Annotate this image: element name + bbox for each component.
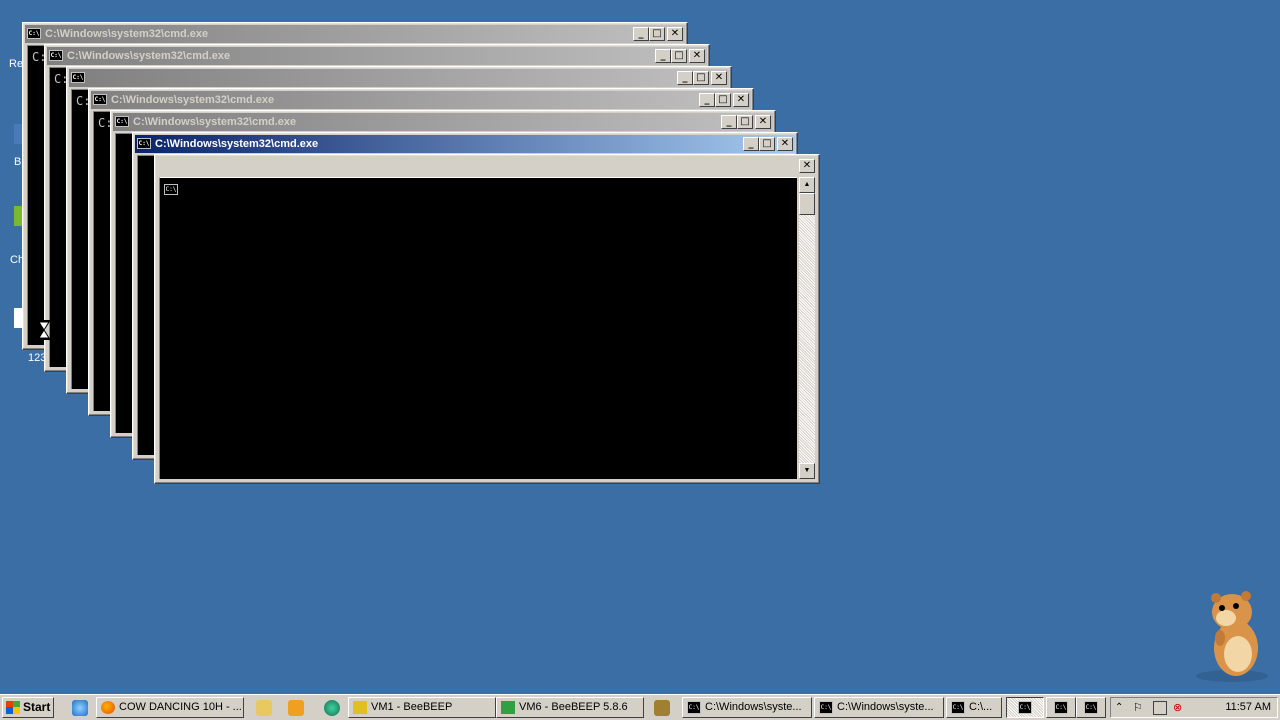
task-button-cmd-active[interactable]: C:\ [1006, 697, 1044, 718]
title-bar[interactable]: C:\ C:\Windows\system32\cmd.exe _ □ ✕ [25, 25, 685, 43]
cmd-icon: C:\ [27, 28, 41, 39]
vm-icon [501, 701, 515, 714]
desktop-label-b: B [14, 156, 22, 168]
cmd-icon: C:\ [164, 184, 178, 195]
window-title: C:\Windows\system32\cmd.exe [155, 138, 319, 150]
close-button[interactable]: ✕ [689, 49, 705, 63]
network-icon[interactable] [1153, 701, 1167, 715]
minimize-button[interactable]: _ [743, 137, 759, 151]
minimize-button[interactable]: _ [655, 49, 671, 63]
task-label: VM6 - BeeBEEP 5.8.6 [519, 701, 628, 713]
clock[interactable]: 11:57 AM [1225, 698, 1271, 717]
task-button-cow-dancing[interactable]: COW DANCING 10H - ... [96, 697, 244, 718]
cmd-icon: C:\ [951, 701, 965, 714]
folder-icon[interactable] [256, 700, 272, 716]
window-title: C:\Windows\system32\cmd.exe [45, 28, 209, 40]
close-button[interactable]: ✕ [799, 159, 815, 173]
close-button[interactable]: ✕ [733, 93, 749, 107]
system-tray: ⌃ ⚐ ⊗ 11:57 AM [1110, 697, 1278, 718]
cmd-icon: C:\ [137, 138, 151, 149]
title-bar[interactable]: C:\ C:\Windows\system32\cmd.exe _ □ ✕ [91, 91, 751, 109]
windows-logo-icon [6, 701, 20, 714]
cmd-icon: C:\ [93, 94, 107, 105]
window-title: C:\Windows\system32\cmd.exe [111, 94, 275, 106]
task-button-cmd-3[interactable]: C:\ C:\... [946, 697, 1002, 718]
maximize-button[interactable]: □ [649, 27, 665, 41]
start-label: Start [23, 700, 51, 714]
task-button-vm1-beebeep[interactable]: VM1 - BeeBEEP [348, 697, 496, 718]
title-bar[interactable]: C:\ C:\Windows\system32\cmd.exe _ □ ✕ [47, 47, 707, 65]
cmd-icon: C:\ [115, 116, 129, 127]
chat-app-icon[interactable] [324, 700, 340, 716]
task-button-cmd-2[interactable]: C:\ C:\Windows\syste... [814, 697, 944, 718]
hourglass-cursor-icon [38, 320, 50, 340]
task-button-cmd-5[interactable]: C:\ [1076, 697, 1106, 718]
window-title: C:\Windows\system32\cmd.exe [67, 50, 231, 62]
cmd-icon: C:\ [1054, 701, 1068, 714]
task-label: COW DANCING 10H - ... [119, 701, 242, 713]
cmd-window-front[interactable]: C:\ ✕ ▲ ▼ [154, 154, 820, 484]
window-title: C:\Windows\system32\cmd.exe [133, 116, 297, 128]
cmd-icon: C:\ [49, 50, 63, 61]
scroll-up-button[interactable]: ▲ [799, 177, 815, 193]
scroll-down-button[interactable]: ▼ [799, 463, 815, 479]
cmd-icon: C:\ [819, 701, 833, 714]
maximize-button[interactable]: □ [693, 71, 709, 85]
minimize-button[interactable]: _ [633, 27, 649, 41]
task-label: C:\Windows\syste... [837, 701, 934, 713]
media-player-icon[interactable] [288, 700, 304, 716]
title-bar[interactable]: C:\ C:\Windows\system32\cmd.exe _ □ ✕ [135, 135, 795, 153]
minimize-button[interactable]: _ [677, 71, 693, 85]
title-bar[interactable]: C:\ _ □ ✕ [69, 69, 729, 87]
scroll-thumb[interactable] [799, 193, 815, 215]
hamster-mascot-icon [1196, 591, 1268, 682]
taskbar: Start COW DANCING 10H - ... VM1 - BeeBEE… [0, 694, 1280, 720]
start-button[interactable]: Start [2, 697, 54, 718]
game-icon[interactable] [654, 700, 670, 716]
close-button[interactable]: ✕ [777, 137, 793, 151]
title-bar[interactable]: C:\ C:\Windows\system32\cmd.exe _ □ ✕ [113, 113, 773, 131]
maximize-button[interactable]: □ [715, 93, 731, 107]
maximize-button[interactable]: □ [671, 49, 687, 63]
close-button[interactable]: ✕ [667, 27, 683, 41]
scrollbar[interactable]: ▲▼ [799, 177, 815, 479]
cmd-icon: C:\ [687, 701, 701, 714]
task-label: VM1 - BeeBEEP [371, 701, 453, 713]
minimize-button[interactable]: _ [699, 93, 715, 107]
task-button-cmd-1[interactable]: C:\ C:\Windows\syste... [682, 697, 812, 718]
close-button[interactable]: ✕ [755, 115, 771, 129]
cmd-icon: C:\ [1084, 701, 1098, 714]
task-button-cmd-4[interactable]: C:\ [1046, 697, 1076, 718]
firefox-icon [101, 701, 115, 714]
task-label: C:\Windows\syste... [705, 701, 802, 713]
task-button-vm6-beebeep[interactable]: VM6 - BeeBEEP 5.8.6 [496, 697, 644, 718]
desktop-label-recycle: Re [9, 58, 24, 70]
internet-explorer-icon[interactable] [72, 700, 88, 716]
maximize-button[interactable]: □ [759, 137, 775, 151]
cmd-icon: C:\ [1018, 701, 1032, 714]
minimize-button[interactable]: _ [721, 115, 737, 129]
close-button[interactable]: ✕ [711, 71, 727, 85]
task-label: C:\... [969, 701, 993, 713]
cmd-icon: C:\ [71, 72, 85, 83]
action-center-flag-icon[interactable]: ⚐ [1133, 701, 1147, 715]
volume-muted-icon[interactable]: ⊗ [1173, 701, 1187, 715]
beebeep-icon [353, 701, 367, 714]
console-area[interactable]: C:\ [159, 177, 797, 479]
tray-expand-icon[interactable]: ⌃ [1115, 701, 1129, 715]
maximize-button[interactable]: □ [737, 115, 753, 129]
